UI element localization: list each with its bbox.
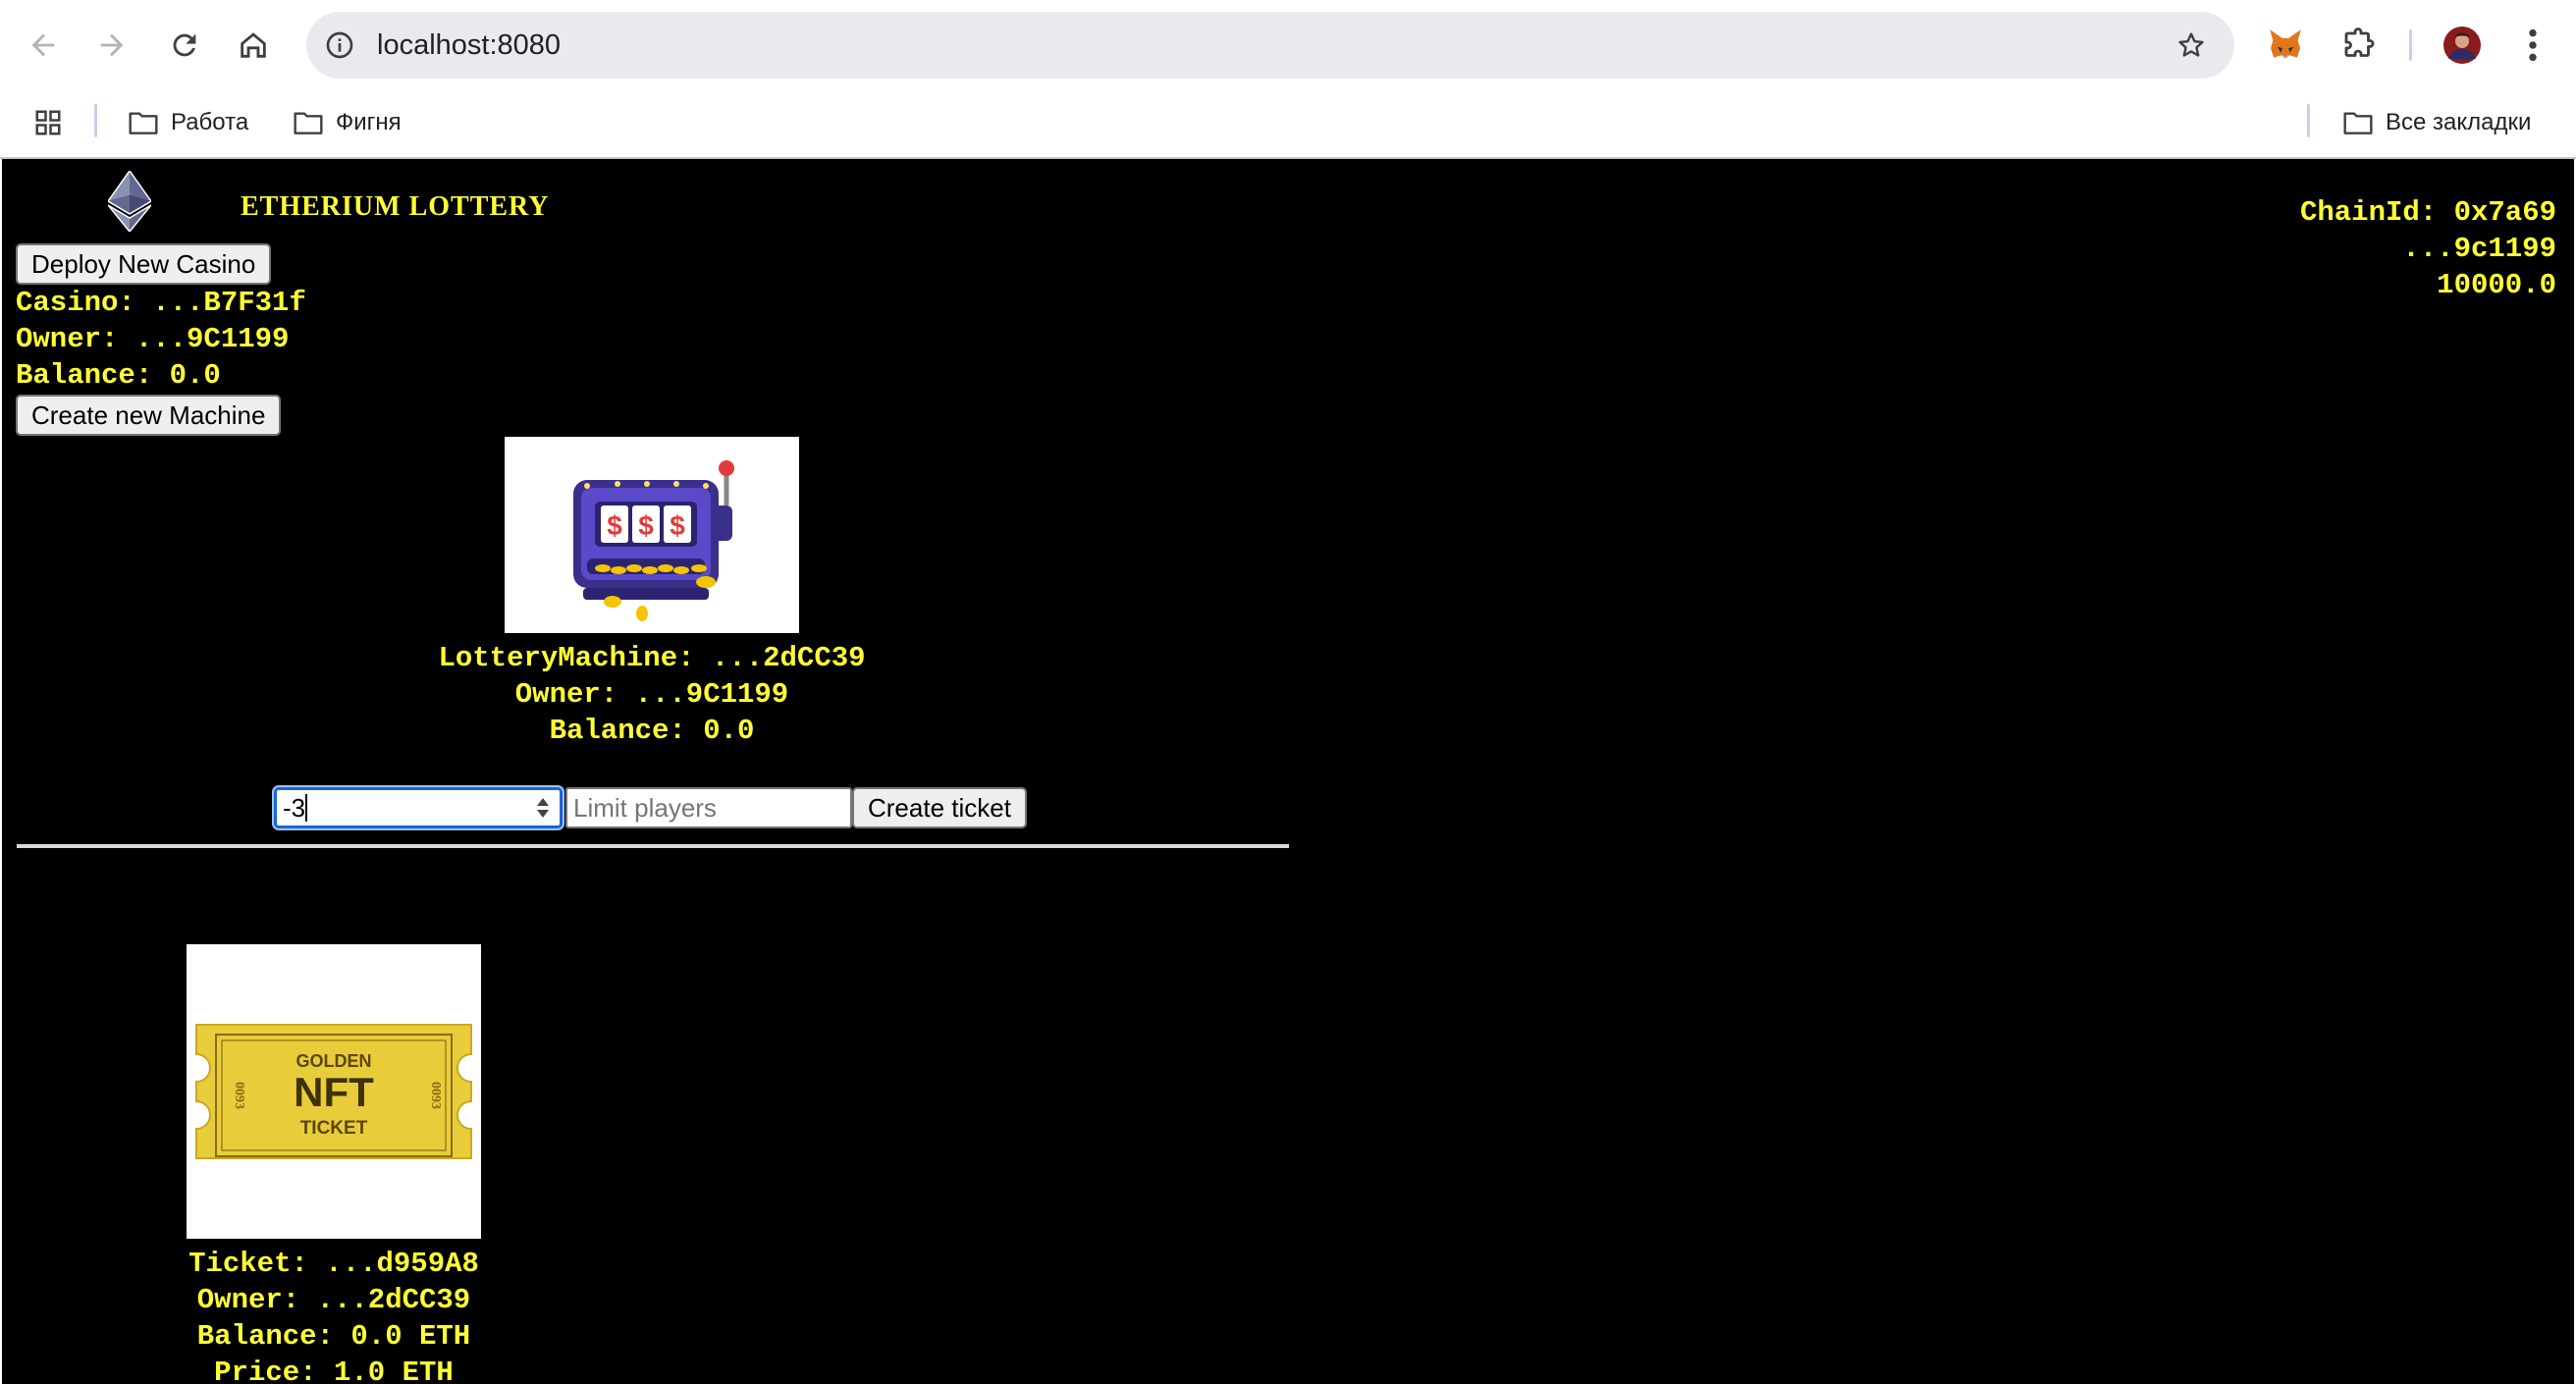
machine-info: LotteryMachine: ...2dCC39 Owner: ...9C11… (406, 640, 897, 749)
nft-ticket-image: GOLDEN NFT TICKET 0093 0093 (187, 944, 481, 1239)
app-title: ETHERIUM LOTTERY (241, 191, 550, 222)
account-balance: 10000.0 (2437, 269, 2556, 301)
ticket-info: Ticket: ...d959A8 Owner: ...2dCC39 Balan… (88, 1246, 579, 1384)
machine-balance: Balance: 0.0 (549, 715, 755, 747)
url-text[interactable]: localhost:8080 (377, 12, 561, 79)
ticket-balance: Balance: 0.0 ETH (196, 1320, 471, 1353)
reload-button[interactable] (159, 20, 210, 71)
ticket-image-bottom-text: TICKET (300, 1118, 368, 1139)
home-icon (241, 32, 266, 58)
ticket-price: Price: 1.0 ETH (214, 1357, 454, 1384)
profile-avatar[interactable] (2437, 20, 2488, 71)
address-bar[interactable]: localhost:8080 (306, 12, 2234, 79)
home-button[interactable] (228, 20, 279, 71)
slot-symbol: $ (607, 510, 622, 541)
bookmarks-separator (94, 104, 97, 137)
all-bookmarks[interactable]: Все закладки (2342, 100, 2531, 145)
bookmarks-bar: Работа Фигня Все закладки (0, 90, 2576, 159)
back-button[interactable] (18, 20, 69, 71)
arrow-left-icon (31, 33, 55, 57)
forward-button[interactable] (86, 20, 137, 71)
reload-icon (173, 33, 196, 57)
bookmark-folder-2[interactable]: Фигня (293, 100, 402, 145)
bookmark-folder-1[interactable]: Работа (128, 100, 248, 145)
deploy-casino-button[interactable]: Deploy New Casino (16, 243, 272, 285)
ticket-owner: Owner: ...2dCC39 (196, 1284, 471, 1316)
text-caret (305, 794, 308, 822)
arrow-right-icon (100, 33, 124, 57)
browser-menu-icon[interactable] (2507, 20, 2558, 71)
metamask-fox-icon[interactable] (2260, 20, 2311, 71)
bookmark-label: Фигня (336, 109, 402, 135)
slot-machine-icon: $ $ $ (573, 460, 734, 621)
lottery-app: ETHERIUM LOTTERY ChainId: 0x7a69 ...9c11… (2, 159, 2574, 1384)
limit-players-input[interactable]: Limit players (565, 787, 852, 828)
ticket-address: Ticket: ...d959A8 (188, 1248, 479, 1280)
extensions-puzzle-icon[interactable] (2333, 20, 2384, 71)
chain-info: ChainId: 0x7a69 ...9c1199 10000.0 (2300, 194, 2556, 303)
all-bookmarks-label: Все закладки (2386, 109, 2532, 135)
site-info-icon[interactable] (320, 26, 359, 65)
ticket-serial-left: 0093 (232, 1082, 246, 1109)
machine-owner: Owner: ...9C1199 (514, 678, 789, 711)
bookmark-label: Работа (171, 109, 249, 135)
folder-icon (2343, 112, 2373, 134)
golden-ticket-icon: GOLDEN NFT TICKET 0093 0093 (195, 1024, 472, 1159)
ticket-image-main-text: NFT (294, 1069, 374, 1115)
folder-icon (294, 112, 323, 134)
section-divider (17, 844, 1289, 848)
casino-balance: Balance: 0.0 (16, 359, 221, 392)
chain-id: ChainId: 0x7a69 (2299, 196, 2556, 229)
slot-symbol: $ (670, 510, 685, 541)
create-machine-button[interactable]: Create new Machine (16, 395, 282, 436)
folder-icon (129, 112, 158, 134)
account-address: ...9c1199 (2402, 233, 2556, 265)
ethereum-logo-icon (108, 171, 151, 232)
spinner-arrows-icon[interactable] (532, 795, 554, 821)
machine-address: LotteryMachine: ...2dCC39 (438, 642, 866, 674)
ticket-image-top-text: GOLDEN (295, 1051, 371, 1071)
create-ticket-button[interactable]: Create ticket (852, 787, 1027, 828)
casino-address: Casino: ...B7F31f (16, 287, 306, 319)
ticket-price-input[interactable]: -3 (274, 787, 563, 828)
ticket-price-value: -3 (283, 793, 306, 823)
apps-grid-icon[interactable] (33, 100, 63, 145)
bookmarks-separator (2307, 104, 2310, 137)
casino-owner: Owner: ...9C1199 (16, 323, 290, 355)
browser-toolbar: localhost:8080 (0, 0, 2576, 90)
bookmark-star-icon[interactable] (2172, 26, 2211, 65)
ticket-serial-right: 0093 (428, 1082, 443, 1109)
slot-symbol: $ (638, 510, 654, 541)
slot-machine-image: $ $ $ (505, 437, 799, 633)
toolbar-separator (2409, 29, 2412, 61)
